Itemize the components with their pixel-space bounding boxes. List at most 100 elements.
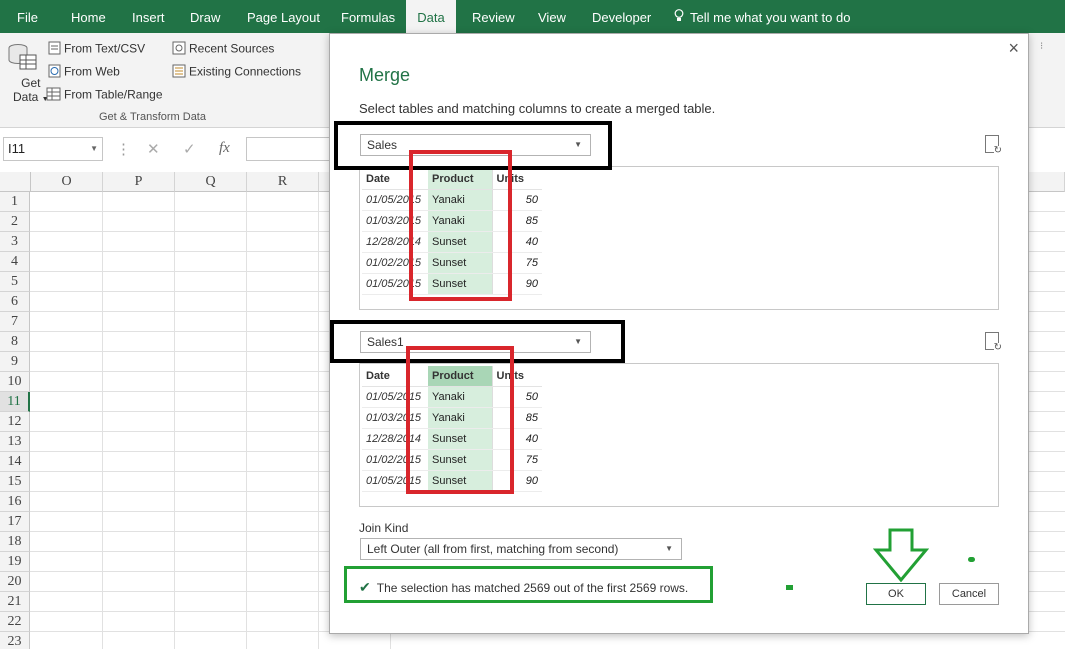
row-header[interactable]: 10 [0, 372, 30, 392]
row-header[interactable]: 17 [0, 512, 30, 532]
second-table-select[interactable]: Sales1 ▼ [360, 331, 591, 353]
column-header-units[interactable]: Units [491, 366, 542, 387]
ribbon-tab-bar: File Home Insert Draw Page Layout Formul… [0, 0, 1065, 33]
chevron-down-icon: ▼ [574, 140, 582, 149]
date-cell: 01/03/2015 [362, 407, 428, 429]
table-row: 01/03/2015 Yanaki 85 [362, 407, 542, 429]
dialog-subtitle: Select tables and matching columns to cr… [359, 101, 716, 116]
tab-draw[interactable]: Draw [190, 0, 220, 33]
row-header[interactable]: 1 [0, 192, 30, 212]
from-table-range-button[interactable]: From Table/Range [46, 87, 163, 104]
tab-review[interactable]: Review [472, 0, 515, 33]
column-header-product[interactable]: Product [428, 169, 492, 190]
row-header[interactable]: 16 [0, 492, 30, 512]
date-cell: 01/05/2015 [362, 470, 428, 492]
tell-me-box[interactable]: Tell me what you want to do [674, 0, 850, 33]
row-header[interactable]: 7 [0, 312, 30, 332]
tab-page-layout[interactable]: Page Layout [247, 0, 320, 33]
row-header[interactable]: 19 [0, 552, 30, 572]
product-cell: Yanaki [428, 386, 492, 408]
match-status-text: The selection has matched 2569 out of th… [376, 581, 689, 595]
second-table-grid: Date Product Units 01/05/2015 Yanaki 50 01/… [362, 366, 542, 492]
annotation-dot [786, 585, 793, 590]
units-cell: 85 [491, 407, 542, 429]
table-row: 01/03/2015 Yanaki 85 [362, 210, 542, 232]
row-header[interactable]: 15 [0, 472, 30, 492]
table-row: 12/28/2014 Sunset 40 [362, 428, 542, 450]
row-header[interactable]: 22 [0, 612, 30, 632]
row-header[interactable]: 2 [0, 212, 30, 232]
tab-home[interactable]: Home [71, 0, 106, 33]
get-data-button[interactable]: Get Data ▼ [13, 76, 49, 104]
row-header[interactable]: 6 [0, 292, 30, 312]
column-header[interactable]: O [31, 172, 103, 192]
row-header[interactable]: 20 [0, 572, 30, 592]
units-cell: 50 [491, 189, 542, 211]
from-table-range-label: From Table/Range [64, 87, 163, 102]
product-cell: Yanaki [428, 407, 492, 429]
units-cell: 90 [491, 470, 542, 492]
row-header[interactable]: 21 [0, 592, 30, 612]
existing-connections-button[interactable]: Existing Connections [172, 64, 301, 81]
tab-view[interactable]: View [538, 0, 566, 33]
row-header[interactable]: 13 [0, 432, 30, 452]
ok-button[interactable]: OK [866, 583, 926, 605]
date-cell: 01/03/2015 [362, 210, 428, 232]
row-header[interactable]: 23 [0, 632, 30, 649]
enter-entry-icon[interactable]: ✓ [183, 140, 196, 158]
first-table-select-value: Sales [367, 138, 398, 152]
gridline [174, 192, 175, 649]
tab-data[interactable]: Data [406, 0, 456, 33]
connections-icon [172, 64, 186, 81]
get-data-icon[interactable] [6, 41, 38, 73]
cancel-entry-icon[interactable]: ✕ [147, 140, 160, 158]
row-header[interactable]: 8 [0, 332, 30, 352]
column-header[interactable]: Q [175, 172, 247, 192]
row-header[interactable]: 11 [0, 392, 30, 412]
recent-sources-button[interactable]: Recent Sources [172, 41, 274, 58]
units-cell: 75 [491, 449, 542, 471]
date-cell: 01/05/2015 [362, 189, 428, 211]
tab-insert[interactable]: Insert [132, 0, 165, 33]
refresh-preview-icon[interactable] [985, 332, 1002, 353]
product-cell: Sunset [428, 252, 492, 274]
close-icon[interactable]: × [1008, 38, 1019, 59]
column-header-product[interactable]: Product [428, 366, 492, 387]
table-icon [46, 87, 61, 104]
get-data-label-2: Data [13, 90, 39, 104]
column-header[interactable]: R [247, 172, 319, 192]
row-header[interactable]: 14 [0, 452, 30, 472]
column-header-date[interactable]: Date [362, 366, 428, 387]
insert-function-icon[interactable]: fx [219, 140, 230, 157]
gridline [102, 192, 103, 649]
column-header-date[interactable]: Date [362, 169, 428, 190]
cancel-button[interactable]: Cancel [939, 583, 999, 605]
column-header-units[interactable]: Units [491, 169, 542, 190]
date-cell: 01/05/2015 [362, 273, 428, 295]
units-cell: 40 [491, 428, 542, 450]
from-web-button[interactable]: From Web [48, 64, 120, 81]
second-table-select-value: Sales1 [367, 335, 404, 349]
recent-sources-icon [172, 41, 186, 58]
select-all-corner[interactable] [0, 172, 31, 192]
row-header[interactable]: 12 [0, 412, 30, 432]
table-row: 01/05/2015 Sunset 90 [362, 273, 542, 295]
row-header[interactable]: 5 [0, 272, 30, 292]
row-header[interactable]: 3 [0, 232, 30, 252]
table-row: 01/02/2015 Sunset 75 [362, 252, 542, 274]
first-table-select[interactable]: Sales ▼ [360, 134, 591, 156]
join-kind-select[interactable]: Left Outer (all from first, matching fro… [360, 538, 682, 560]
units-cell: 85 [491, 210, 542, 232]
formula-input[interactable] [246, 137, 330, 161]
row-header[interactable]: 9 [0, 352, 30, 372]
from-text-csv-button[interactable]: From Text/CSV [48, 41, 145, 58]
tab-developer[interactable]: Developer [592, 0, 651, 33]
row-header[interactable]: 18 [0, 532, 30, 552]
tab-formulas[interactable]: Formulas [341, 0, 395, 33]
refresh-preview-icon[interactable] [985, 135, 1002, 156]
name-box[interactable]: I11 ▼ [3, 137, 103, 161]
column-header[interactable]: P [103, 172, 175, 192]
tab-file[interactable]: File [17, 0, 38, 33]
row-header[interactable]: 4 [0, 252, 30, 272]
units-cell: 75 [491, 252, 542, 274]
